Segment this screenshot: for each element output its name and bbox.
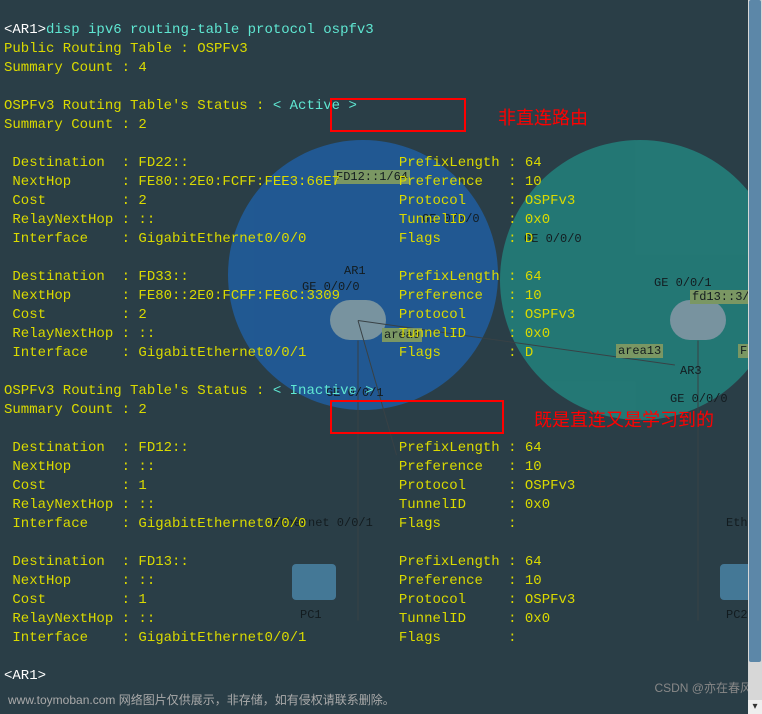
r2-cost: 2 [138,307,146,323]
r2-pref: 10 [525,288,542,304]
annotation-2: 既是直连又是学习到的 [534,406,714,432]
r4-nh: :: [138,573,155,589]
highlight-box-inactive [330,400,504,434]
r1-rnh: :: [138,212,155,228]
line-sum2a: Summary Count : 2 [4,117,147,133]
r1-dest: FD22:: [138,155,188,171]
r1-cost: 2 [138,193,146,209]
csdn-watermark: CSDN @亦在春风 [654,679,752,696]
r3-proto: OSPFv3 [525,478,575,494]
r1-pref: 10 [525,174,542,190]
r2-dest: FD33:: [138,269,188,285]
r4-pref: 10 [525,573,542,589]
line-public-rt: Public Routing Table : OSPFv3 [4,41,248,57]
r1-proto: OSPFv3 [525,193,575,209]
r4-if: GigabitEthernet0/0/1 [138,630,306,646]
r1-nh: FE80::2E0:FCFF:FEE3:66E7 [138,174,340,190]
r3-nh: :: [138,459,155,475]
r3-tun: 0x0 [525,497,550,513]
r4-rnh: :: [138,611,155,627]
r3-dest: FD12:: [138,440,188,456]
scrollbar-down-icon[interactable]: ▾ [748,700,762,714]
r4-proto: OSPFv3 [525,592,575,608]
r3-rnh: :: [138,497,155,513]
scrollbar[interactable]: ▾ [748,0,762,714]
line-sum4: Summary Count : 4 [4,60,147,76]
r1-plen: 64 [525,155,542,171]
r2-if: GigabitEthernet0/0/1 [138,345,306,361]
annotation-1: 非直连路由 [498,104,588,130]
r1-if: GigabitEthernet0/0/0 [138,231,306,247]
r4-cost: 1 [138,592,146,608]
footer-watermark: www.toymoban.com 网络图片仅供展示，非存储，如有侵权请联系删除。 [8,691,395,708]
status-inactive-value: < Inactive > [264,383,373,399]
highlight-box-active [330,98,466,132]
r4-dest: FD13:: [138,554,188,570]
prompt: <AR1> [4,22,46,38]
r2-proto: OSPFv3 [525,307,575,323]
r4-tun: 0x0 [525,611,550,627]
r2-nh: FE80::2E0:FCFF:FE6C:3309 [138,288,340,304]
r2-rnh: :: [138,326,155,342]
r3-cost: 1 [138,478,146,494]
r2-tun: 0x0 [525,326,550,342]
r2-plen: 64 [525,269,542,285]
status-active-label: OSPFv3 Routing Table's Status : [4,98,264,114]
prompt-end: <AR1> [4,668,46,684]
r2-flags: D [525,345,533,361]
r1-tun: 0x0 [525,212,550,228]
status-inactive-label: OSPFv3 Routing Table's Status : [4,383,264,399]
scrollbar-thumb[interactable] [749,0,761,662]
command-text: disp ipv6 routing-table protocol ospfv3 [46,22,374,38]
line-sum2b: Summary Count : 2 [4,402,147,418]
r4-plen: 64 [525,554,542,570]
r3-plen: 64 [525,440,542,456]
r3-if: GigabitEthernet0/0/0 [138,516,306,532]
r3-pref: 10 [525,459,542,475]
r1-flags: D [525,231,533,247]
